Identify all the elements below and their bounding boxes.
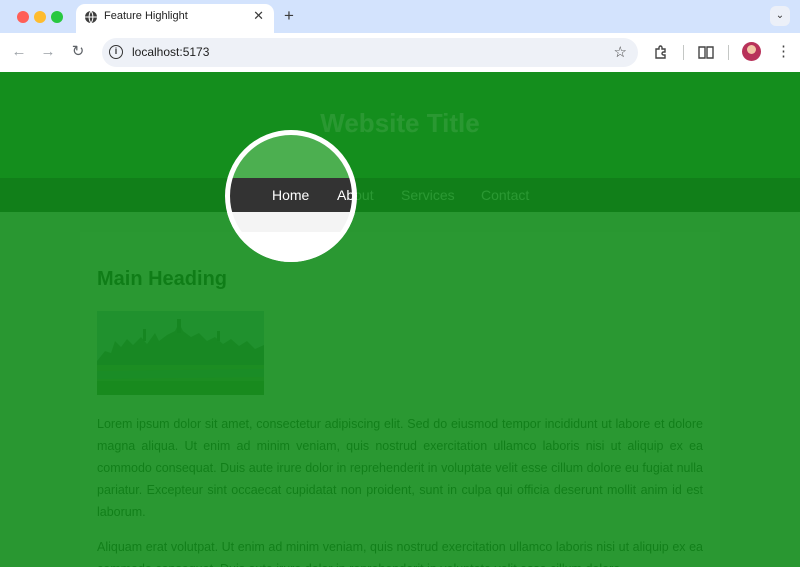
toolbar-divider (683, 45, 684, 60)
site-nav: Home About Services Contact (0, 178, 800, 212)
new-tab-button[interactable]: + (280, 5, 298, 27)
browser-toolbar: ← → ↻ i localhost:5173 ☆ ⋮ (0, 33, 800, 72)
back-icon[interactable]: ← (9, 42, 29, 62)
nav-link-services[interactable]: Services (401, 187, 455, 203)
url-text[interactable]: localhost:5173 (132, 45, 209, 59)
close-window-button[interactable] (17, 11, 29, 23)
nav-link-about[interactable]: About (337, 187, 374, 203)
site-header: Website Title (0, 72, 800, 178)
address-bar[interactable]: i localhost:5173 ☆ (102, 38, 638, 67)
nav-link-home[interactable]: Home (272, 187, 309, 203)
page-viewport: Website Title Home About Services Contac… (0, 72, 800, 567)
tab-title: Feature Highlight (104, 10, 188, 22)
site-title: Website Title (320, 108, 480, 138)
close-icon[interactable]: ✕ (253, 8, 264, 24)
info-icon[interactable]: i (109, 45, 123, 59)
menu-icon[interactable]: ⋮ (776, 42, 791, 62)
globe-icon (85, 10, 97, 24)
star-icon[interactable]: ☆ (614, 43, 627, 61)
toolbar-divider (728, 45, 729, 60)
forward-icon[interactable]: → (38, 42, 58, 62)
main-heading: Main Heading (97, 268, 228, 290)
avatar[interactable] (742, 42, 761, 61)
paragraph: Aliquam erat volutpat. Ut enim ad minim … (97, 540, 703, 567)
reload-icon[interactable]: ↻ (68, 42, 88, 62)
reading-list-icon[interactable] (697, 43, 715, 61)
paragraph: Lorem ipsum dolor sit amet, consectetur … (97, 417, 703, 519)
extensions-icon[interactable] (652, 43, 670, 61)
minimize-window-button[interactable] (34, 11, 46, 23)
tab-search-button[interactable]: ⌄ (770, 6, 790, 26)
nav-link-contact[interactable]: Contact (481, 187, 529, 203)
browser-tab-bar: Feature Highlight ✕ + ⌄ (0, 0, 800, 33)
city-photo (97, 311, 264, 395)
maximize-window-button[interactable] (51, 11, 63, 23)
browser-tab[interactable]: Feature Highlight ✕ (76, 4, 274, 33)
